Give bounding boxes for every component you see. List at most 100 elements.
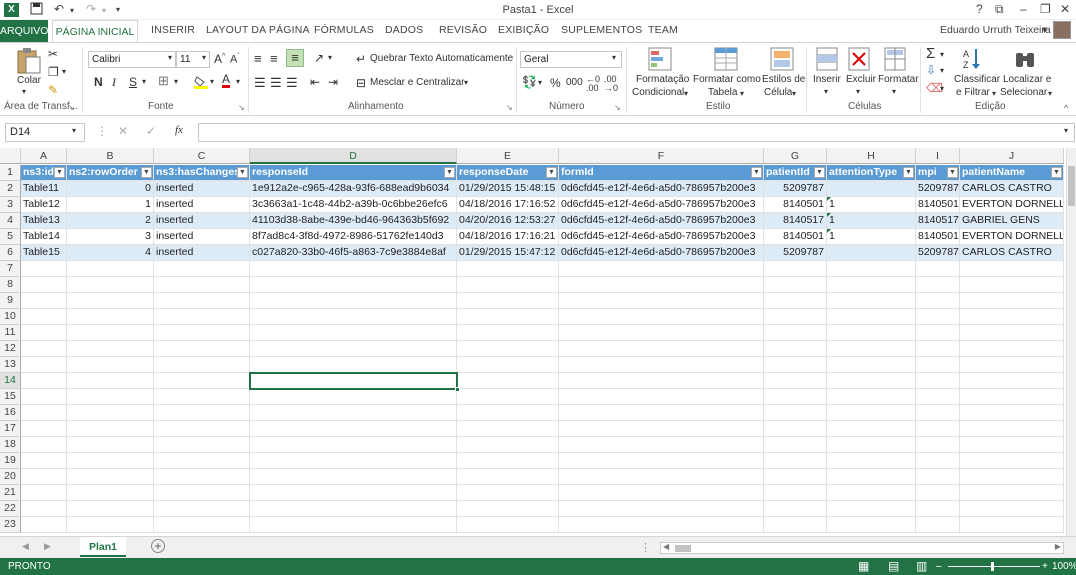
- table-cell[interactable]: 0d6cfd45-e12f-4e6d-a5d0-786957b200e3: [559, 213, 764, 229]
- tab-insert[interactable]: INSERIR: [151, 24, 195, 36]
- empty-cell[interactable]: [960, 389, 1064, 405]
- table-cell[interactable]: inserted: [154, 197, 250, 213]
- row-header-22[interactable]: 22: [0, 501, 21, 517]
- wrap-text-icon[interactable]: ↵: [356, 52, 366, 66]
- empty-cell[interactable]: [559, 517, 764, 533]
- empty-cell[interactable]: [21, 277, 67, 293]
- cell-styles-label-2[interactable]: Célula: [764, 87, 792, 98]
- percent-button[interactable]: %: [550, 76, 561, 90]
- empty-cell[interactable]: [154, 405, 250, 421]
- sort-filter-label-2[interactable]: e Filtrar: [956, 87, 990, 98]
- empty-cell[interactable]: [154, 261, 250, 277]
- underline-dropdown-icon[interactable]: ▾: [142, 77, 146, 86]
- empty-cell[interactable]: [457, 293, 559, 309]
- format-as-table-dropdown-icon[interactable]: ▾: [740, 89, 744, 98]
- empty-cell[interactable]: [916, 325, 960, 341]
- number-as-text-indicator-icon[interactable]: [827, 213, 831, 217]
- row-header-2[interactable]: 2: [0, 181, 21, 197]
- horizontal-scrollbar[interactable]: ◀ ▶: [660, 542, 1064, 554]
- empty-cell[interactable]: [457, 485, 559, 501]
- row-header-19[interactable]: 19: [0, 453, 21, 469]
- empty-cell[interactable]: [250, 309, 457, 325]
- empty-cell[interactable]: [154, 293, 250, 309]
- column-header-g[interactable]: G: [764, 148, 827, 164]
- cell-styles-icon[interactable]: [770, 47, 794, 74]
- zoom-slider-thumb[interactable]: [991, 562, 994, 571]
- table-cell[interactable]: EVERTON DORNELLES: [960, 229, 1064, 245]
- row-header-17[interactable]: 17: [0, 421, 21, 437]
- zoom-out-button[interactable]: –: [936, 558, 942, 575]
- sheet-tab-plan1[interactable]: Plan1: [80, 537, 126, 557]
- empty-cell[interactable]: [457, 373, 559, 389]
- empty-cell[interactable]: [916, 277, 960, 293]
- delete-cells-dropdown-icon[interactable]: ▾: [856, 87, 860, 96]
- empty-cell[interactable]: [21, 373, 67, 389]
- empty-cell[interactable]: [21, 341, 67, 357]
- empty-cell[interactable]: [827, 341, 916, 357]
- format-painter-icon[interactable]: ✎: [48, 83, 58, 97]
- name-box-dropdown-icon[interactable]: ▾: [72, 126, 76, 135]
- empty-cell[interactable]: [250, 469, 457, 485]
- empty-cell[interactable]: [457, 453, 559, 469]
- empty-cell[interactable]: [559, 277, 764, 293]
- empty-cell[interactable]: [916, 261, 960, 277]
- new-sheet-button[interactable]: +: [151, 539, 165, 553]
- filter-dropdown-icon[interactable]: ▼: [141, 167, 152, 178]
- empty-cell[interactable]: [764, 453, 827, 469]
- format-as-table-label-2[interactable]: Tabela: [708, 87, 737, 98]
- clear-dropdown-icon[interactable]: ▾: [940, 84, 944, 93]
- column-header-e[interactable]: E: [457, 148, 559, 164]
- empty-cell[interactable]: [250, 453, 457, 469]
- row-header-10[interactable]: 10: [0, 309, 21, 325]
- empty-cell[interactable]: [21, 485, 67, 501]
- empty-cell[interactable]: [457, 389, 559, 405]
- table-header-cell[interactable]: attentionType ▼: [827, 165, 916, 181]
- empty-cell[interactable]: [250, 485, 457, 501]
- table-header-cell[interactable]: mpi ▼: [916, 165, 960, 181]
- row-header-1[interactable]: 1: [0, 165, 21, 181]
- conditional-formatting-label-1[interactable]: Formatação: [636, 74, 689, 85]
- next-sheet-icon[interactable]: ▶: [44, 541, 51, 552]
- empty-cell[interactable]: [916, 357, 960, 373]
- empty-cell[interactable]: [559, 261, 764, 277]
- insert-cells-dropdown-icon[interactable]: ▾: [824, 87, 828, 96]
- zoom-in-button[interactable]: +: [1042, 558, 1048, 575]
- column-header-h[interactable]: H: [827, 148, 916, 164]
- empty-cell[interactable]: [559, 437, 764, 453]
- autosum-icon[interactable]: Σ: [926, 45, 935, 62]
- tab-file[interactable]: ARQUIVO: [0, 20, 48, 42]
- merge-icon[interactable]: ⊟: [356, 76, 366, 90]
- empty-cell[interactable]: [916, 293, 960, 309]
- table-cell[interactable]: 8140501: [916, 229, 960, 245]
- empty-cell[interactable]: [457, 501, 559, 517]
- table-cell[interactable]: 3: [67, 229, 154, 245]
- merge-dropdown-icon[interactable]: ▾: [464, 78, 468, 87]
- font-launcher-icon[interactable]: ↘: [238, 103, 245, 112]
- sort-filter-label-1[interactable]: Classificar: [954, 74, 1000, 85]
- table-cell[interactable]: 04/18/2016 17:16:21: [457, 229, 559, 245]
- italic-button[interactable]: I: [112, 75, 116, 90]
- table-cell[interactable]: [827, 245, 916, 261]
- accounting-icon[interactable]: 💱: [522, 75, 537, 89]
- empty-cell[interactable]: [154, 357, 250, 373]
- cut-icon[interactable]: ✂: [48, 47, 58, 61]
- empty-cell[interactable]: [559, 453, 764, 469]
- empty-cell[interactable]: [916, 485, 960, 501]
- empty-cell[interactable]: [457, 405, 559, 421]
- row-header-12[interactable]: 12: [0, 341, 21, 357]
- copy-icon[interactable]: ❐: [48, 65, 59, 79]
- table-cell[interactable]: c027a820-33b0-46f5-a863-7c9e3884e8af: [250, 245, 457, 261]
- tab-team[interactable]: TEAM: [648, 24, 678, 36]
- empty-cell[interactable]: [154, 277, 250, 293]
- fill-color-icon[interactable]: [194, 75, 208, 92]
- format-cells-dropdown-icon[interactable]: ▾: [892, 87, 896, 96]
- table-header-cell[interactable]: formId ▼: [559, 165, 764, 181]
- empty-cell[interactable]: [250, 277, 457, 293]
- empty-cell[interactable]: [827, 357, 916, 373]
- empty-cell[interactable]: [457, 325, 559, 341]
- empty-cell[interactable]: [67, 389, 154, 405]
- empty-cell[interactable]: [559, 389, 764, 405]
- table-cell[interactable]: 5209787: [764, 181, 827, 197]
- alignment-launcher-icon[interactable]: ↘: [506, 103, 513, 112]
- row-header-21[interactable]: 21: [0, 485, 21, 501]
